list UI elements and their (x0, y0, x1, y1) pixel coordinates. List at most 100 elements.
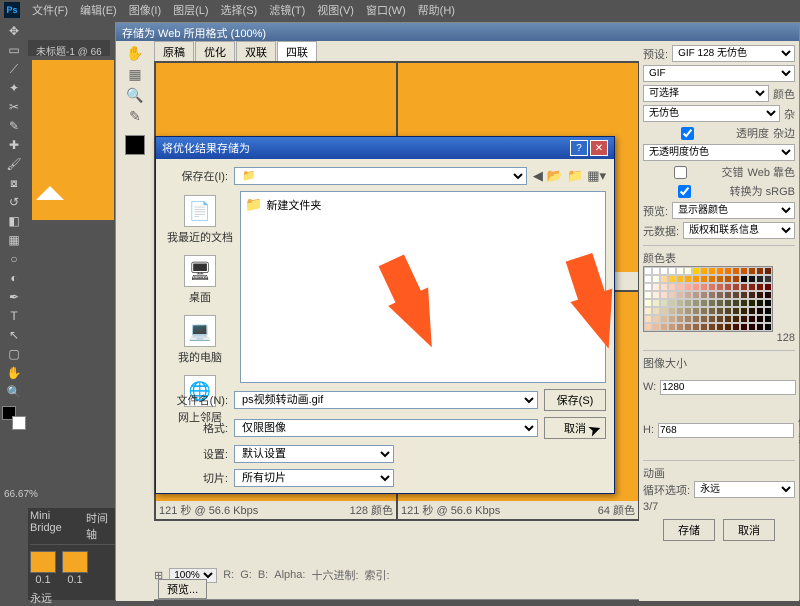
color-cell[interactable] (676, 291, 684, 299)
color-cell[interactable] (660, 275, 668, 283)
color-cell[interactable] (684, 275, 692, 283)
color-cell[interactable] (732, 307, 740, 315)
eyedropper-icon[interactable]: ✎ (129, 108, 141, 125)
color-cell[interactable] (732, 323, 740, 331)
color-cell[interactable] (652, 315, 660, 323)
color-cell[interactable] (756, 267, 764, 275)
color-cell[interactable] (756, 275, 764, 283)
color-cell[interactable] (716, 307, 724, 315)
help-button[interactable]: ? (570, 140, 588, 156)
color-cell[interactable] (748, 267, 756, 275)
color-cell[interactable] (732, 267, 740, 275)
color-cell[interactable] (668, 299, 676, 307)
up-icon[interactable]: 📂 (547, 168, 563, 184)
color-cell[interactable] (684, 283, 692, 291)
color-cell[interactable] (660, 315, 668, 323)
color-cell[interactable] (684, 315, 692, 323)
color-cell[interactable] (692, 267, 700, 275)
color-cell[interactable] (700, 275, 708, 283)
color-cell[interactable] (660, 291, 668, 299)
tab-original[interactable]: 原稿 (154, 41, 194, 63)
color-cell[interactable] (700, 267, 708, 275)
lasso-tool[interactable]: ⟋ (2, 60, 26, 78)
color-cell[interactable] (748, 307, 756, 315)
color-cell[interactable] (644, 307, 652, 315)
color-cell[interactable] (716, 299, 724, 307)
color-cell[interactable] (644, 323, 652, 331)
srgb-check[interactable] (643, 185, 726, 198)
color-cell[interactable] (724, 323, 732, 331)
heal-tool[interactable]: ✚ (2, 136, 26, 154)
color-cell[interactable] (684, 307, 692, 315)
menu-view[interactable]: 视图(V) (317, 2, 354, 18)
views-icon[interactable]: ▦▾ (587, 168, 606, 184)
color-cell[interactable] (668, 267, 676, 275)
color-cell[interactable] (660, 299, 668, 307)
folder-item[interactable]: 📁新建文件夹 (245, 196, 601, 213)
color-cell[interactable] (716, 267, 724, 275)
color-cell[interactable] (716, 291, 724, 299)
color-cell[interactable] (700, 315, 708, 323)
color-cell[interactable] (748, 283, 756, 291)
place-computer[interactable]: 💻我的电脑 (178, 315, 222, 365)
color-table[interactable] (643, 266, 773, 332)
color-cell[interactable] (764, 323, 772, 331)
color-cell[interactable] (716, 315, 724, 323)
shape-tool[interactable]: ▢ (2, 345, 26, 363)
preview-select[interactable]: 显示器颜色 (672, 202, 795, 219)
color-cell[interactable] (724, 307, 732, 315)
preset-select[interactable]: GIF 128 无仿色 (672, 45, 795, 62)
metadata-select[interactable]: 版权和联系信息 (683, 222, 795, 239)
color-cell[interactable] (652, 275, 660, 283)
color-cell[interactable] (700, 283, 708, 291)
color-cell[interactable] (652, 291, 660, 299)
color-cell[interactable] (748, 299, 756, 307)
color-cell[interactable] (764, 267, 772, 275)
menu-filter[interactable]: 滤镜(T) (269, 2, 305, 18)
color-cell[interactable] (684, 299, 692, 307)
path-tool[interactable]: ↖ (2, 326, 26, 344)
color-cell[interactable] (764, 275, 772, 283)
color-cell[interactable] (740, 291, 748, 299)
color-cell[interactable] (692, 283, 700, 291)
color-cell[interactable] (700, 323, 708, 331)
color-cell[interactable] (716, 283, 724, 291)
color-cell[interactable] (724, 275, 732, 283)
hand-tool[interactable]: ✋ (2, 364, 26, 382)
gradient-tool[interactable]: ▦ (2, 231, 26, 249)
color-cell[interactable] (652, 323, 660, 331)
menu-file[interactable]: 文件(F) (32, 2, 68, 18)
color-cell[interactable] (756, 291, 764, 299)
color-cell[interactable] (692, 275, 700, 283)
color-cell[interactable] (684, 323, 692, 331)
color-cell[interactable] (668, 323, 676, 331)
mini-bridge-tab[interactable]: Mini Bridge (30, 510, 80, 542)
newfolder-icon[interactable]: 📁 (567, 168, 583, 184)
place-recent[interactable]: 📄我最近的文档 (167, 195, 233, 245)
color-cell[interactable] (668, 315, 676, 323)
color-cell[interactable] (692, 291, 700, 299)
color-cell[interactable] (732, 315, 740, 323)
color-cell[interactable] (668, 283, 676, 291)
color-cell[interactable] (764, 291, 772, 299)
color-cell[interactable] (740, 299, 748, 307)
dither-select[interactable]: 无仿色 (643, 105, 780, 122)
color-cell[interactable] (676, 299, 684, 307)
back-icon[interactable]: ◀ (533, 168, 543, 184)
color-cell[interactable] (764, 315, 772, 323)
file-list[interactable]: 📁新建文件夹 (240, 191, 606, 383)
settings-select[interactable]: 默认设置 (234, 445, 394, 463)
color-cell[interactable] (652, 299, 660, 307)
color-cell[interactable] (708, 307, 716, 315)
dlg-save-button[interactable]: 保存(S) (544, 389, 606, 411)
format-select[interactable]: GIF (643, 65, 795, 82)
color-cell[interactable] (668, 275, 676, 283)
history-brush-tool[interactable]: ↺ (2, 193, 26, 211)
color-cell[interactable] (740, 275, 748, 283)
savein-select[interactable]: 📁 (234, 167, 527, 185)
loop-setting[interactable]: 永远 (30, 590, 116, 606)
color-cell[interactable] (644, 315, 652, 323)
color-cell[interactable] (748, 291, 756, 299)
preview-button[interactable]: 预览... (158, 579, 207, 599)
color-cell[interactable] (684, 267, 692, 275)
